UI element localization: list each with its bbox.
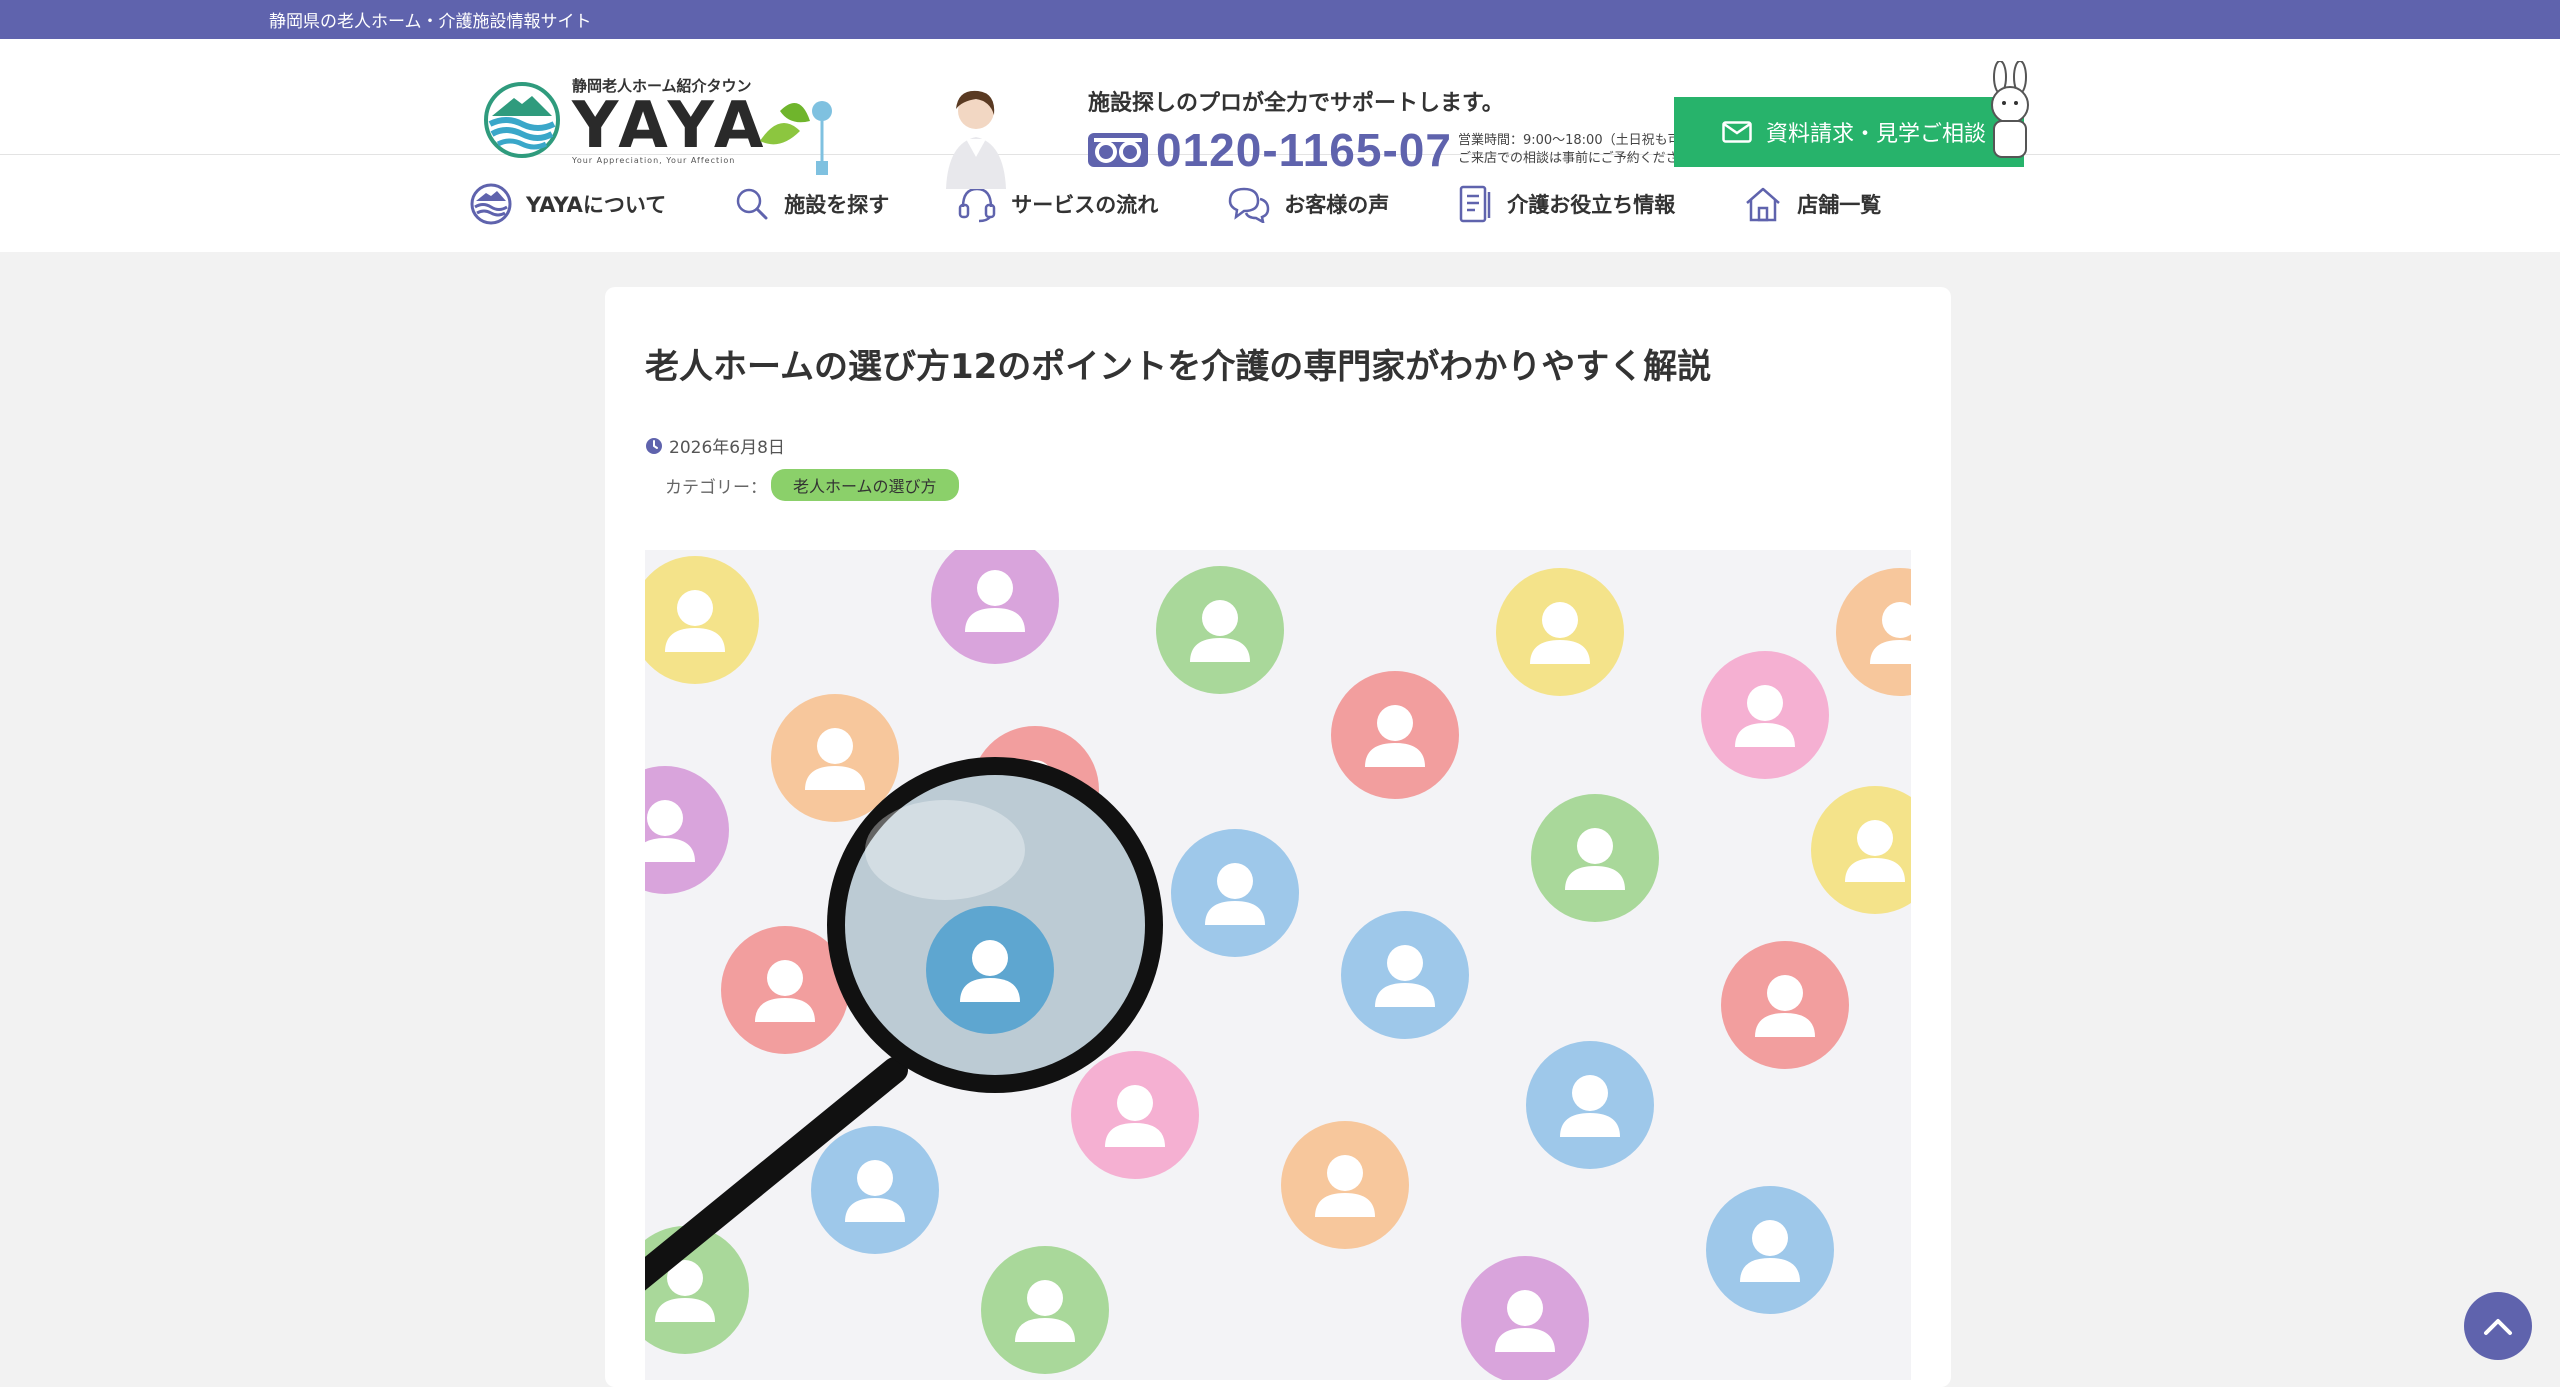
site-header: 静岡老人ホーム紹介タウン YAYA Your Appreciation, You… [0,39,2560,189]
nav-label: YAYAについて [526,192,667,217]
category-badge[interactable]: 老人ホームの選び方 [771,469,959,501]
nav-item-care-info[interactable]: 介護お役立ち情報 [1457,184,1675,224]
nav-item-about[interactable]: YAYAについて [470,183,666,225]
document-icon [1460,185,1491,222]
chevron-up-icon [2484,1319,2512,1335]
hero-image [645,550,1911,1380]
date-text: 2026年6月8日 [669,438,785,458]
freedial-icon [1088,133,1148,167]
article-card: 老人ホームの選び方12のポイントを介護の専門家がわかりやすく解説 2026年6月… [605,287,1951,1387]
top-bar: 静岡県の老人ホーム・介護施設情報サイト [0,0,2560,39]
article-category: カテゴリー： 老人ホームの選び方 [665,469,959,501]
rabbit-mascot-icon [1991,61,2029,158]
nav-label: 介護お役立ち情報 [1507,192,1676,217]
category-label: カテゴリー： [665,477,767,498]
hours-line-1: 営業時間：9:00〜18:00（土日祝も可） [1457,133,1694,148]
operator-icon [946,90,1006,189]
clock-icon [646,437,662,454]
nav-label: サービスの流れ [1011,192,1159,217]
request-consult-button[interactable]: 資料請求・見学ご相談 [1674,97,2024,167]
nav-item-service-flow[interactable]: サービスの流れ [957,185,1158,223]
chat-bubbles-icon [1229,187,1270,223]
hours-line-2: ご来店での相談は事前にご予約ください。 [1457,151,1705,166]
nav-item-voices[interactable]: お客様の声 [1226,185,1389,223]
business-hours: 営業時間：9:00〜18:00（土日祝も可） ご来店での相談は事前にご予約くださ… [1458,132,1705,168]
nav-label: 店舗一覧 [1797,192,1882,217]
nav-item-search[interactable]: 施設を探す [734,186,889,222]
phone-number[interactable]: 0120-1165-07 [1156,123,1452,177]
nav-item-stores[interactable]: 店舗一覧 [1743,185,1881,223]
yaya-logo-icon [484,81,560,158]
magnifier-people-illustration [645,550,1911,1380]
article-date: 2026年6月8日 [645,433,785,458]
logo-wordmark: YAYA [572,88,770,163]
nav-label: お客様の声 [1284,192,1390,217]
home-icon [1746,187,1781,221]
site-description: 静岡県の老人ホーム・介護施設情報サイト [269,12,592,32]
mail-icon [1722,121,1752,143]
article-title: 老人ホームの選び方12のポイントを介護の専門家がわかりやすく解説 [645,347,1712,387]
back-to-top-button[interactable] [2464,1292,2532,1360]
nav-label: 施設を探す [784,192,890,217]
wind-chime-icon [760,101,832,175]
cta-label: 資料請求・見学ご相談 [1766,122,1987,147]
headset-icon [959,187,996,222]
support-headline: 施設探しのプロが全力でサポートします。 [1088,91,1504,116]
search-icon [737,188,768,219]
yaya-logo-icon [470,183,512,224]
phone-support: 施設探しのプロが全力でサポートします。 0120-1165-07 営業時間：9:… [938,87,1705,189]
